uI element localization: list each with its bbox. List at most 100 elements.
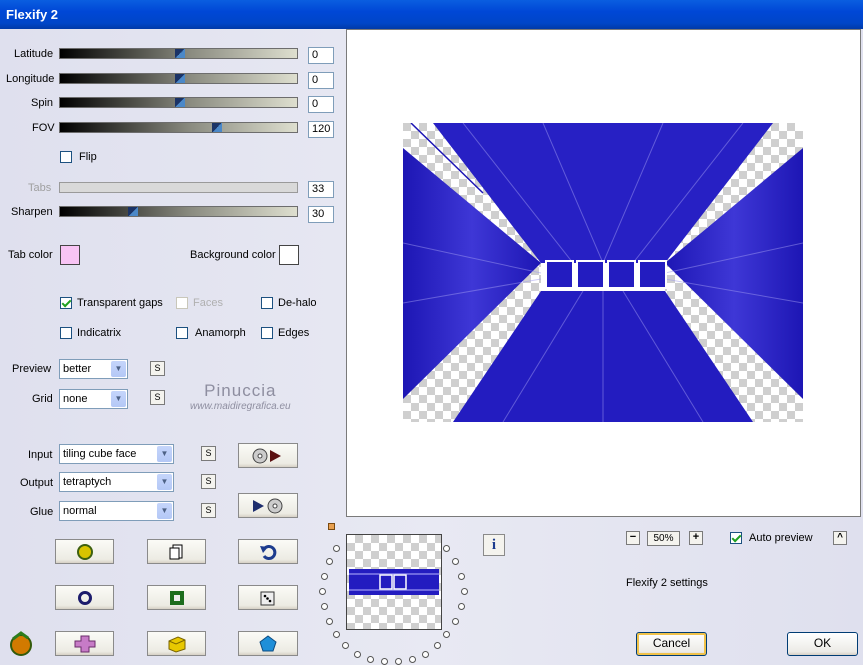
- indicatrix-checkbox[interactable]: [60, 327, 72, 339]
- output-select[interactable]: tetraptych ▼: [59, 472, 174, 492]
- collapse-button[interactable]: ^: [833, 531, 847, 545]
- latitude-slider-thumb[interactable]: [175, 49, 185, 58]
- auto-preview-checkbox[interactable]: [730, 532, 742, 544]
- load-input-button[interactable]: [238, 443, 298, 468]
- play-to-disc-icon: [253, 498, 283, 513]
- preview-quality-select[interactable]: better ▼: [59, 359, 128, 379]
- preview-s-button[interactable]: S: [150, 361, 165, 376]
- chevron-down-icon[interactable]: ▼: [111, 391, 126, 407]
- settings-label: Flexify 2 settings: [626, 577, 708, 589]
- output-s-button[interactable]: S: [201, 474, 216, 489]
- preview-quality-value: better: [63, 363, 92, 375]
- dial-dot[interactable]: [326, 558, 333, 565]
- zoom-in-button[interactable]: +: [689, 531, 703, 545]
- grid-select[interactable]: none ▼: [59, 389, 128, 409]
- dial-dot[interactable]: [342, 642, 349, 649]
- transparent-gaps-checkbox[interactable]: [60, 297, 72, 309]
- sharpen-input[interactable]: 30: [308, 206, 334, 223]
- dial-dot[interactable]: [326, 618, 333, 625]
- tabs-slider: [59, 182, 298, 193]
- chevron-down-icon[interactable]: ▼: [157, 474, 172, 490]
- preview-image: [403, 123, 803, 422]
- dial-dot[interactable]: [321, 603, 328, 610]
- frame-tool-button[interactable]: [147, 585, 206, 610]
- dial-dot[interactable]: [321, 573, 328, 580]
- grid-label: Grid: [32, 393, 53, 405]
- dial-dot[interactable]: [367, 656, 374, 663]
- indicatrix-label: Indicatrix: [77, 327, 122, 339]
- dial-dot[interactable]: [409, 656, 416, 663]
- fov-slider[interactable]: [59, 122, 298, 133]
- longitude-input[interactable]: 0: [308, 72, 334, 89]
- latitude-input[interactable]: 0: [308, 47, 334, 64]
- preview-pane[interactable]: [346, 29, 861, 517]
- glue-label: Glue: [30, 506, 54, 518]
- de-halo-checkbox[interactable]: [261, 297, 273, 309]
- latitude-slider[interactable]: [59, 48, 298, 59]
- cube-tool-button[interactable]: [147, 631, 206, 656]
- fov-input[interactable]: 120: [308, 121, 334, 138]
- dial-dot[interactable]: [461, 588, 468, 595]
- anamorph-label: Anamorph: [195, 327, 246, 339]
- tab-color-swatch[interactable]: [60, 245, 80, 265]
- navigator-thumbnail[interactable]: [346, 534, 442, 630]
- background-color-label: Background color: [190, 249, 276, 261]
- new-document-button[interactable]: [147, 539, 206, 564]
- dial-dot[interactable]: [381, 658, 388, 665]
- fov-slider-thumb[interactable]: [212, 123, 222, 132]
- save-output-button[interactable]: [238, 493, 298, 518]
- chevron-down-icon[interactable]: ▼: [157, 503, 172, 519]
- document-icon: [169, 544, 182, 559]
- random-dice-button[interactable]: [238, 585, 298, 610]
- dial-dot[interactable]: [458, 573, 465, 580]
- zoom-out-button[interactable]: −: [626, 531, 640, 545]
- input-select[interactable]: tiling cube face ▼: [59, 444, 174, 464]
- input-s-button[interactable]: S: [201, 446, 216, 461]
- grid-s-button[interactable]: S: [150, 390, 165, 405]
- dial-dot[interactable]: [333, 631, 340, 638]
- ok-button[interactable]: OK: [787, 632, 858, 656]
- transparent-gaps-label: Transparent gaps: [77, 297, 163, 309]
- spin-input[interactable]: 0: [308, 96, 334, 113]
- dial-dot[interactable]: [452, 618, 459, 625]
- dial-dot[interactable]: [422, 651, 429, 658]
- dial-dot[interactable]: [452, 558, 459, 565]
- sharpen-slider-thumb[interactable]: [128, 207, 138, 216]
- watermark: Pinuccia www.maidiregrafica.eu: [190, 381, 291, 412]
- flip-checkbox[interactable]: [60, 151, 72, 163]
- faces-label: Faces: [193, 297, 223, 309]
- longitude-slider-thumb[interactable]: [175, 74, 185, 83]
- dial-dot[interactable]: [354, 651, 361, 658]
- cancel-button[interactable]: Cancel: [636, 632, 707, 656]
- dial-dot[interactable]: [458, 603, 465, 610]
- chevron-down-icon[interactable]: ▼: [157, 446, 172, 462]
- circle-tool-button[interactable]: [55, 585, 114, 610]
- sharpen-slider[interactable]: [59, 206, 298, 217]
- glue-value: normal: [63, 505, 97, 517]
- randomize-button[interactable]: [55, 539, 114, 564]
- flip-label: Flip: [79, 151, 97, 163]
- dial-dot[interactable]: [319, 588, 326, 595]
- dial-dot[interactable]: [333, 545, 340, 552]
- dial-dot[interactable]: [443, 545, 450, 552]
- preview-label: Preview: [12, 363, 52, 375]
- spin-slider[interactable]: [59, 97, 298, 108]
- edges-checkbox[interactable]: [261, 327, 273, 339]
- cross-tool-button[interactable]: [55, 631, 114, 656]
- longitude-slider[interactable]: [59, 73, 298, 84]
- tabs-input[interactable]: 33: [308, 181, 334, 198]
- dial-dot[interactable]: [434, 642, 441, 649]
- dial-marker[interactable]: [328, 523, 335, 530]
- undo-button[interactable]: [238, 539, 298, 564]
- background-color-swatch[interactable]: [279, 245, 299, 265]
- glue-s-button[interactable]: S: [201, 503, 216, 518]
- dial-dot[interactable]: [443, 631, 450, 638]
- pentagon-tool-button[interactable]: [238, 631, 298, 656]
- spin-slider-thumb[interactable]: [175, 98, 185, 107]
- glue-select[interactable]: normal ▼: [59, 501, 174, 521]
- edges-label: Edges: [278, 327, 310, 339]
- anamorph-checkbox[interactable]: [176, 327, 188, 339]
- info-button[interactable]: i: [483, 534, 505, 556]
- chevron-down-icon[interactable]: ▼: [111, 361, 126, 377]
- dial-dot[interactable]: [395, 658, 402, 665]
